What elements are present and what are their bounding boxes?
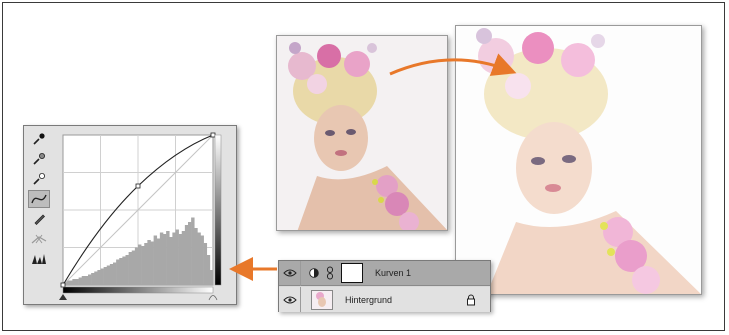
arrows-overlay (229, 53, 517, 281)
before-after-arrow (389, 53, 517, 76)
